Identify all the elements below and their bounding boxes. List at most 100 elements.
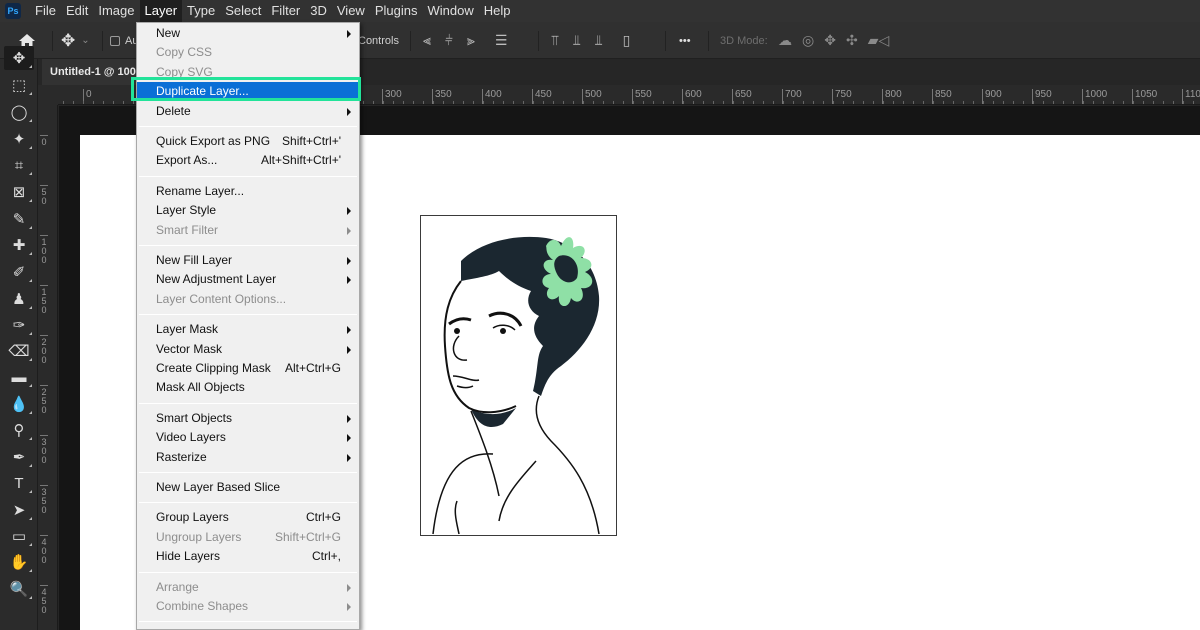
- crop-tool[interactable]: ⌗: [4, 153, 34, 177]
- align-bottom-icon[interactable]: ⫫: [595, 32, 603, 49]
- menu-item-copy-css[interactable]: Copy CSS: [137, 43, 359, 62]
- align-middle-icon[interactable]: ⫫: [573, 32, 581, 49]
- menu-item-new-fill-layer[interactable]: New Fill Layer: [137, 251, 359, 270]
- ruler-minor-tick: [1193, 101, 1194, 104]
- ruler-minor-tick: [993, 101, 994, 104]
- menu-item-new-adjustment-layer[interactable]: New Adjustment Layer: [137, 270, 359, 289]
- gradient-tool[interactable]: ▬: [4, 365, 34, 389]
- ruler-minor-tick: [493, 101, 494, 104]
- menu-item-vector-mask[interactable]: Vector Mask: [137, 340, 359, 359]
- brow-right: [488, 311, 523, 327]
- lasso-tool[interactable]: ◯: [4, 100, 34, 124]
- hand-tool[interactable]: ✋: [4, 550, 34, 574]
- 3d-camera-icon[interactable]: ▰◁: [868, 32, 890, 49]
- healing-brush-tool[interactable]: ✚: [4, 233, 34, 257]
- menu-item-combine-shapes[interactable]: Combine Shapes: [137, 597, 359, 616]
- menu-item-video-layers[interactable]: Video Layers: [137, 428, 359, 447]
- submenu-arrow-icon: [347, 414, 351, 423]
- menu-item-rename-layer[interactable]: Rename Layer...: [137, 182, 359, 201]
- photoshop-logo: Ps: [5, 3, 21, 19]
- move-tool-preset-button[interactable]: ✥ ⌄: [61, 22, 90, 59]
- menu-separator: [139, 472, 357, 473]
- submenu-arrow-icon: [347, 326, 351, 335]
- 3d-pan-icon[interactable]: ✥: [824, 32, 836, 49]
- pen-tool[interactable]: ✒: [4, 445, 34, 469]
- menu-file[interactable]: File: [30, 0, 61, 22]
- menu-view[interactable]: View: [332, 0, 370, 22]
- clone-stamp-tool[interactable]: ♟: [4, 287, 34, 311]
- menu-item-smart-filter[interactable]: Smart Filter: [137, 221, 359, 240]
- ruler-minor-tick: [1053, 101, 1054, 104]
- align-top-icon[interactable]: ⫪: [551, 32, 559, 49]
- align-right-icon[interactable]: ⫸: [467, 32, 475, 49]
- distribute-horizontal-icon[interactable]: ☰: [495, 32, 508, 49]
- ruler-minor-tick: [1173, 101, 1174, 104]
- menu-item-new-layer-based-slice[interactable]: New Layer Based Slice: [137, 478, 359, 497]
- eyedropper-tool[interactable]: ✎: [4, 207, 34, 231]
- menu-item-group-layers[interactable]: Group Layers Ctrl+G: [137, 508, 359, 527]
- path-selection-tool[interactable]: ➤: [4, 498, 34, 522]
- menu-item-delete[interactable]: Delete: [137, 102, 359, 121]
- menu-item-layer-style[interactable]: Layer Style: [137, 201, 359, 220]
- menu-window[interactable]: Window: [422, 0, 478, 22]
- clone-stamp-icon: ♟: [12, 291, 26, 308]
- 3d-slide-icon[interactable]: ✣: [846, 32, 858, 49]
- menu-type[interactable]: Type: [182, 0, 220, 22]
- brush-tool[interactable]: ✐: [4, 260, 34, 284]
- menu-item-shortcut: Alt+Ctrl+G: [284, 361, 341, 375]
- artwork-frame[interactable]: [420, 215, 617, 536]
- menu-help[interactable]: Help: [479, 0, 516, 22]
- move-tool[interactable]: ✥: [4, 46, 34, 70]
- menu-item-hide-layers[interactable]: Hide Layers Ctrl+,: [137, 547, 359, 566]
- transform-controls-label[interactable]: Controls: [358, 22, 399, 59]
- ruler-minor-tick: [113, 101, 114, 104]
- distribute-vertical-icon[interactable]: ▯: [623, 32, 631, 49]
- marquee-icon: ⬚: [11, 77, 27, 94]
- ruler-minor-tick: [1183, 101, 1184, 104]
- divider: [708, 31, 709, 51]
- align-center-icon[interactable]: ⫩: [445, 32, 453, 49]
- history-brush-tool[interactable]: ✑: [4, 313, 34, 337]
- menu-item-mask-all-objects[interactable]: Mask All Objects: [137, 378, 359, 397]
- menu-image[interactable]: Image: [93, 0, 139, 22]
- dodge-tool[interactable]: ⚲: [4, 418, 34, 442]
- divider: [102, 31, 103, 51]
- ruler-origin[interactable]: [38, 85, 58, 105]
- eraser-tool[interactable]: ⌫: [4, 339, 34, 363]
- menu-item-create-clipping-mask[interactable]: Create Clipping Mask Alt+Ctrl+G: [137, 359, 359, 378]
- more-options-button[interactable]: •••: [679, 22, 691, 59]
- marquee-tool[interactable]: ⬚: [4, 73, 34, 97]
- menu-item-layer-mask[interactable]: Layer Mask: [137, 320, 359, 339]
- 3d-roll-icon[interactable]: ◎: [802, 32, 814, 49]
- 3d-orbit-icon[interactable]: ☁: [778, 32, 792, 49]
- frame-tool[interactable]: ⊠: [4, 180, 34, 204]
- menu-item-smart-objects[interactable]: Smart Objects: [137, 409, 359, 428]
- submenu-arrow-icon: [347, 276, 351, 285]
- rectangle-tool[interactable]: ▭: [4, 524, 34, 548]
- menu-filter[interactable]: Filter: [266, 0, 305, 22]
- menu-item-export-as[interactable]: Export As... Alt+Shift+Ctrl+': [137, 151, 359, 170]
- menu-item-rasterize[interactable]: Rasterize: [137, 448, 359, 467]
- menu-item-shortcut: Shift+Ctrl+G: [274, 529, 341, 544]
- magic-wand-tool[interactable]: ✦: [4, 127, 34, 151]
- menu-item-new[interactable]: New: [137, 24, 359, 43]
- menu-item-quick-export-as-png[interactable]: Quick Export as PNG Shift+Ctrl+': [137, 132, 359, 151]
- menu-select[interactable]: Select: [220, 0, 266, 22]
- blur-tool[interactable]: 💧: [4, 392, 34, 416]
- vertical-ruler[interactable]: 0 50 100 150 200 250 300 350 400 450: [38, 105, 58, 630]
- menu-layer[interactable]: Layer: [139, 0, 183, 22]
- align-left-icon[interactable]: ⫷: [423, 32, 431, 49]
- menu-edit[interactable]: Edit: [61, 0, 93, 22]
- menu-plugins[interactable]: Plugins: [370, 0, 423, 22]
- menu-item-arrange[interactable]: Arrange: [137, 578, 359, 597]
- menu-item-layer-content-options[interactable]: Layer Content Options...: [137, 290, 359, 309]
- ruler-minor-tick: [953, 101, 954, 104]
- ruler-minor-tick: [93, 101, 94, 104]
- zoom-tool[interactable]: 🔍: [4, 577, 34, 601]
- auto-select-checkbox[interactable]: Au: [110, 22, 138, 59]
- menu-3d[interactable]: 3D: [305, 0, 332, 22]
- menu-item-label: Group Layers: [156, 510, 229, 525]
- submenu-arrow-icon: [347, 226, 351, 235]
- type-tool[interactable]: T: [4, 471, 34, 495]
- menu-item-ungroup-layers[interactable]: Ungroup Layers Shift+Ctrl+G: [137, 528, 359, 547]
